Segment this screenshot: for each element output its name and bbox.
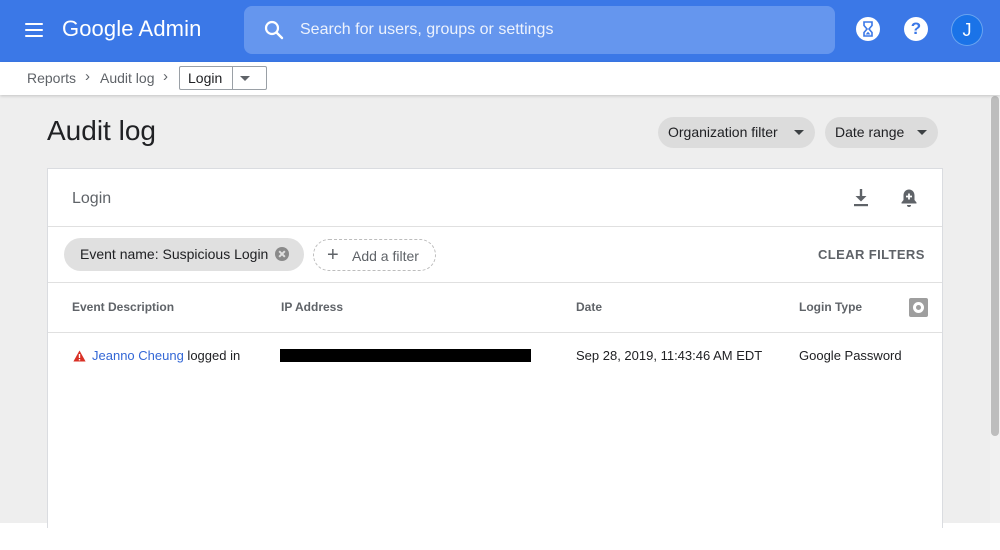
download-icon[interactable] bbox=[849, 186, 873, 210]
breadcrumb-reports[interactable]: Reports bbox=[27, 70, 76, 86]
user-link[interactable]: Jeanno Cheung bbox=[92, 348, 184, 363]
brand-admin: Admin bbox=[138, 16, 202, 41]
date-cell: Sep 28, 2019, 11:43:46 AM EDT bbox=[576, 348, 763, 363]
organization-filter-button[interactable]: Organization filter bbox=[658, 117, 815, 148]
filter-chip-event-name[interactable]: Event name: Suspicious Login bbox=[64, 238, 304, 271]
add-alert-icon[interactable] bbox=[897, 186, 921, 210]
divider bbox=[48, 282, 942, 283]
chevron-down-icon bbox=[917, 130, 927, 135]
card-title: Login bbox=[72, 190, 112, 207]
menu-icon[interactable] bbox=[22, 18, 48, 44]
chevron-down-icon[interactable] bbox=[240, 76, 250, 81]
brand-google: Google bbox=[62, 16, 134, 41]
column-header-event-description[interactable]: Event Description bbox=[72, 300, 174, 314]
search-icon[interactable] bbox=[262, 18, 286, 42]
breadcrumb-log-selector[interactable]: Login bbox=[179, 66, 267, 90]
chevron-down-icon bbox=[794, 130, 804, 135]
warning-icon bbox=[73, 350, 86, 362]
event-action-text: logged in bbox=[183, 348, 241, 363]
scrollbar-thumb[interactable] bbox=[991, 96, 999, 436]
breadcrumb-separator: › bbox=[163, 68, 168, 85]
column-settings-icon[interactable] bbox=[909, 298, 928, 317]
date-range-button[interactable]: Date range bbox=[825, 117, 938, 148]
column-header-date[interactable]: Date bbox=[576, 300, 602, 314]
organization-filter-label: Organization filter bbox=[668, 124, 778, 140]
divider bbox=[48, 226, 942, 227]
date-range-label: Date range bbox=[835, 124, 905, 140]
top-app-bar: Google Admin ? J bbox=[0, 0, 1000, 62]
remove-filter-icon[interactable] bbox=[275, 247, 289, 261]
help-icon[interactable]: ? bbox=[904, 17, 928, 41]
audit-log-card: Login Event name: Suspicious Login + Add… bbox=[47, 168, 943, 528]
event-description-cell: Jeanno Cheung logged in bbox=[92, 348, 240, 363]
column-header-ip-address[interactable]: IP Address bbox=[281, 300, 343, 314]
breadcrumb-current: Login bbox=[188, 70, 223, 86]
search-bar[interactable] bbox=[244, 6, 835, 54]
google-admin-logo[interactable]: Google Admin bbox=[62, 16, 201, 42]
page-title: Audit log bbox=[47, 115, 156, 146]
plus-icon: + bbox=[327, 244, 339, 266]
ip-address-redacted bbox=[280, 349, 531, 362]
selector-divider bbox=[232, 67, 233, 89]
breadcrumb: Reports › Audit log › Login bbox=[0, 62, 1000, 95]
column-header-login-type[interactable]: Login Type bbox=[799, 300, 862, 314]
filter-chip-label: Event name: Suspicious Login bbox=[80, 246, 269, 262]
breadcrumb-separator: › bbox=[85, 68, 90, 85]
add-filter-button[interactable]: + Add a filter bbox=[313, 239, 436, 271]
add-filter-label: Add a filter bbox=[352, 248, 419, 264]
login-type-cell: Google Password bbox=[799, 348, 902, 363]
breadcrumb-audit-log[interactable]: Audit log bbox=[100, 70, 154, 86]
account-avatar[interactable]: J bbox=[951, 14, 983, 46]
hourglass-icon[interactable] bbox=[856, 17, 880, 41]
search-input[interactable] bbox=[300, 6, 820, 54]
divider bbox=[48, 332, 942, 333]
clear-filters-button[interactable]: CLEAR FILTERS bbox=[818, 247, 925, 262]
